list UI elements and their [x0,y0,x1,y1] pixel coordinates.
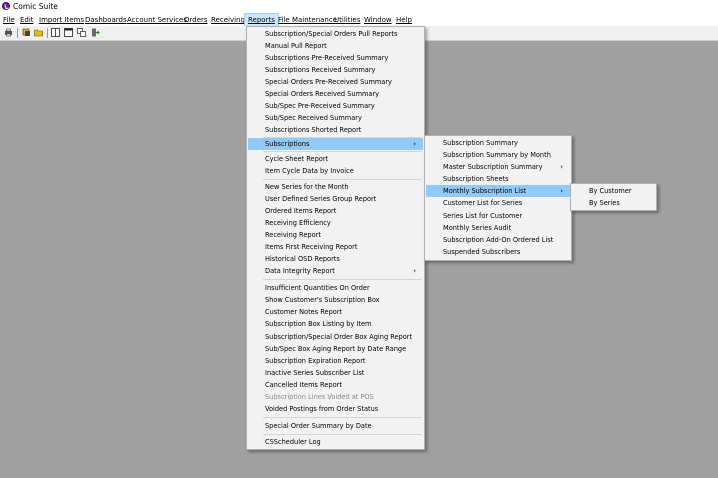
menu-orders[interactable]: Orders [184,14,208,26]
menu-item-manual-pull-report[interactable]: Manual Pull Report [248,40,423,52]
subscriptions-submenu: Subscription Summary Subscription Summar… [424,135,572,261]
menu-item-cancelled-items-report[interactable]: Cancelled Items Report [248,379,423,391]
menu-item-series-list-for-customer[interactable]: Series List for Customer [426,210,570,222]
menu-item-monthly-subscription-list[interactable]: Monthly Subscription List › [426,185,570,197]
menu-item-item-cycle-data-by-invoice[interactable]: Item Cycle Data by Invoice [248,165,423,177]
menu-item-subscription-lines-voided-at-pos: Subscription Lines Voided at POS [265,393,374,401]
menu-item-label: Master Subscription Summary [443,163,543,171]
menu-item-csscheduler-log[interactable]: CSScheduler Log [248,436,423,448]
menu-item-label: Data Integrity Report [265,267,335,275]
menu-item-label: Monthly Subscription List [443,187,527,195]
title-bar: Comic Suite [0,0,718,14]
menu-separator [263,179,422,180]
window-title: Comic Suite [13,2,58,11]
menu-item-sub-spec-received-summary[interactable]: Sub/Spec Received Summary [248,112,423,124]
menu-item-sub-spec-pre-received-summary[interactable]: Sub/Spec Pre-Received Summary [248,100,423,112]
menu-reports[interactable]: Reports [244,13,279,27]
menu-item-subscription-sheets[interactable]: Subscription Sheets [426,173,570,185]
menu-item-subscription-summary-by-month[interactable]: Subscription Summary by Month [426,149,570,161]
menu-item-historical-osd-reports[interactable]: Historical OSD Reports [248,253,423,265]
menu-item-customer-notes-report[interactable]: Customer Notes Report [248,306,423,318]
menu-item-subscription-summary[interactable]: Subscription Summary [426,137,570,149]
menu-item-insufficient-quantities-on-order[interactable]: Insufficient Quantities On Order [248,282,423,294]
toolbar-separator [17,28,18,38]
menu-item-data-integrity-report[interactable]: Data Integrity Report › [248,265,423,277]
menu-item-box-aging-report-by-date-range[interactable]: Sub/Spec Box Aging Report by Date Range [248,343,423,355]
menu-item-subscription-expiration-report[interactable]: Subscription Expiration Report [248,355,423,367]
menu-item-by-customer[interactable]: By Customer [572,185,655,197]
menu-dashboards[interactable]: Dashboards [85,14,127,26]
menu-item-subscription-special-orders-pull-reports[interactable]: Subscription/Special Orders Pull Reports [248,28,423,40]
menu-file-maintenance[interactable]: File Maintenance [278,14,337,26]
menu-item-master-subscription-summary[interactable]: Master Subscription Summary › [426,161,570,173]
exit-icon[interactable] [91,28,100,37]
menu-receiving[interactable]: Receiving [211,14,245,26]
app-logo-icon [2,2,10,10]
menu-file[interactable]: File [3,14,15,26]
menu-item-subscriptions-pre-received-summary[interactable]: Subscriptions Pre-Received Summary [248,52,423,64]
menu-separator [263,434,422,435]
menu-item-subscriptions[interactable]: Subscriptions › [248,138,423,150]
menu-separator [263,417,422,418]
menu-item-by-series[interactable]: By Series [572,197,655,209]
menu-bar: File Edit Import Items Dashboards Accoun… [0,13,718,27]
menu-separator [263,279,422,280]
menu-account-services[interactable]: Account Services [127,14,187,26]
menu-window[interactable]: Window [364,14,392,26]
menu-item-label: Subscriptions [265,140,310,148]
submenu-arrow-icon: › [560,163,563,171]
menu-item-user-defined-series-group-report[interactable]: User Defined Series Group Report [248,193,423,205]
menu-item-voided-postings-from-order-status[interactable]: Voided Postings from Order Status [248,403,423,415]
submenu-arrow-icon: › [413,267,416,275]
menu-import-items[interactable]: Import Items [39,14,84,26]
menu-item-receiving-report[interactable]: Receiving Report [248,229,423,241]
stamp-icon[interactable] [22,28,31,37]
menu-item-receiving-efficiency[interactable]: Receiving Efficiency [248,217,423,229]
menu-item-suspended-subscribers[interactable]: Suspended Subscribers [426,246,570,258]
menu-edit[interactable]: Edit [20,14,34,26]
menu-utilities[interactable]: Utilities [334,14,360,26]
toolbar-separator [47,28,48,38]
menu-item-special-orders-received-summary[interactable]: Special Orders Received Summary [248,88,423,100]
menu-item-special-order-summary-by-date[interactable]: Special Order Summary by Date [248,420,423,432]
menu-item-subscription-box-listing-by-item[interactable]: Subscription Box Listing by Item [248,318,423,330]
menu-item-items-first-receiving-report[interactable]: Items First Receiving Report [248,241,423,253]
menu-separator [263,151,422,152]
menu-item-special-orders-pre-received-summary[interactable]: Special Orders Pre-Received Summary [248,76,423,88]
menu-item-customer-list-for-series[interactable]: Customer List for Series [426,197,570,209]
submenu-arrow-icon: › [560,187,563,195]
menu-item-subscription-add-on-ordered-list[interactable]: Subscription Add-On Ordered List [426,234,570,246]
split-window-icon[interactable] [51,28,60,37]
menu-item-inactive-series-subscriber-list[interactable]: Inactive Series Subscriber List [248,367,423,379]
submenu-arrow-icon: › [413,140,416,148]
menu-item-new-series-for-the-month[interactable]: New Series for the Month [248,181,423,193]
menu-item-monthly-series-audit[interactable]: Monthly Series Audit [426,222,570,234]
menu-help[interactable]: Help [396,14,412,26]
window-icon[interactable] [64,28,73,37]
menu-item-subscriptions-received-summary[interactable]: Subscriptions Received Summary [248,64,423,76]
menu-item-subscriptions-shorted-report[interactable]: Subscriptions Shorted Report [248,124,423,136]
menu-item-show-customers-subscription-box[interactable]: Show Customer's Subscription Box [248,294,423,306]
monthly-subscription-list-submenu: By Customer By Series [570,183,657,211]
menu-item-cycle-sheet-report[interactable]: Cycle Sheet Report [248,153,423,165]
folder-icon[interactable] [34,28,43,37]
cascade-icon[interactable] [77,28,86,37]
reports-menu: Subscription/Special Orders Pull Reports… [246,26,425,450]
menu-item-ordered-items-report[interactable]: Ordered Items Report [248,205,423,217]
menu-item-box-aging-report[interactable]: Subscription/Special Order Box Aging Rep… [248,331,423,343]
print-icon[interactable] [4,28,13,37]
